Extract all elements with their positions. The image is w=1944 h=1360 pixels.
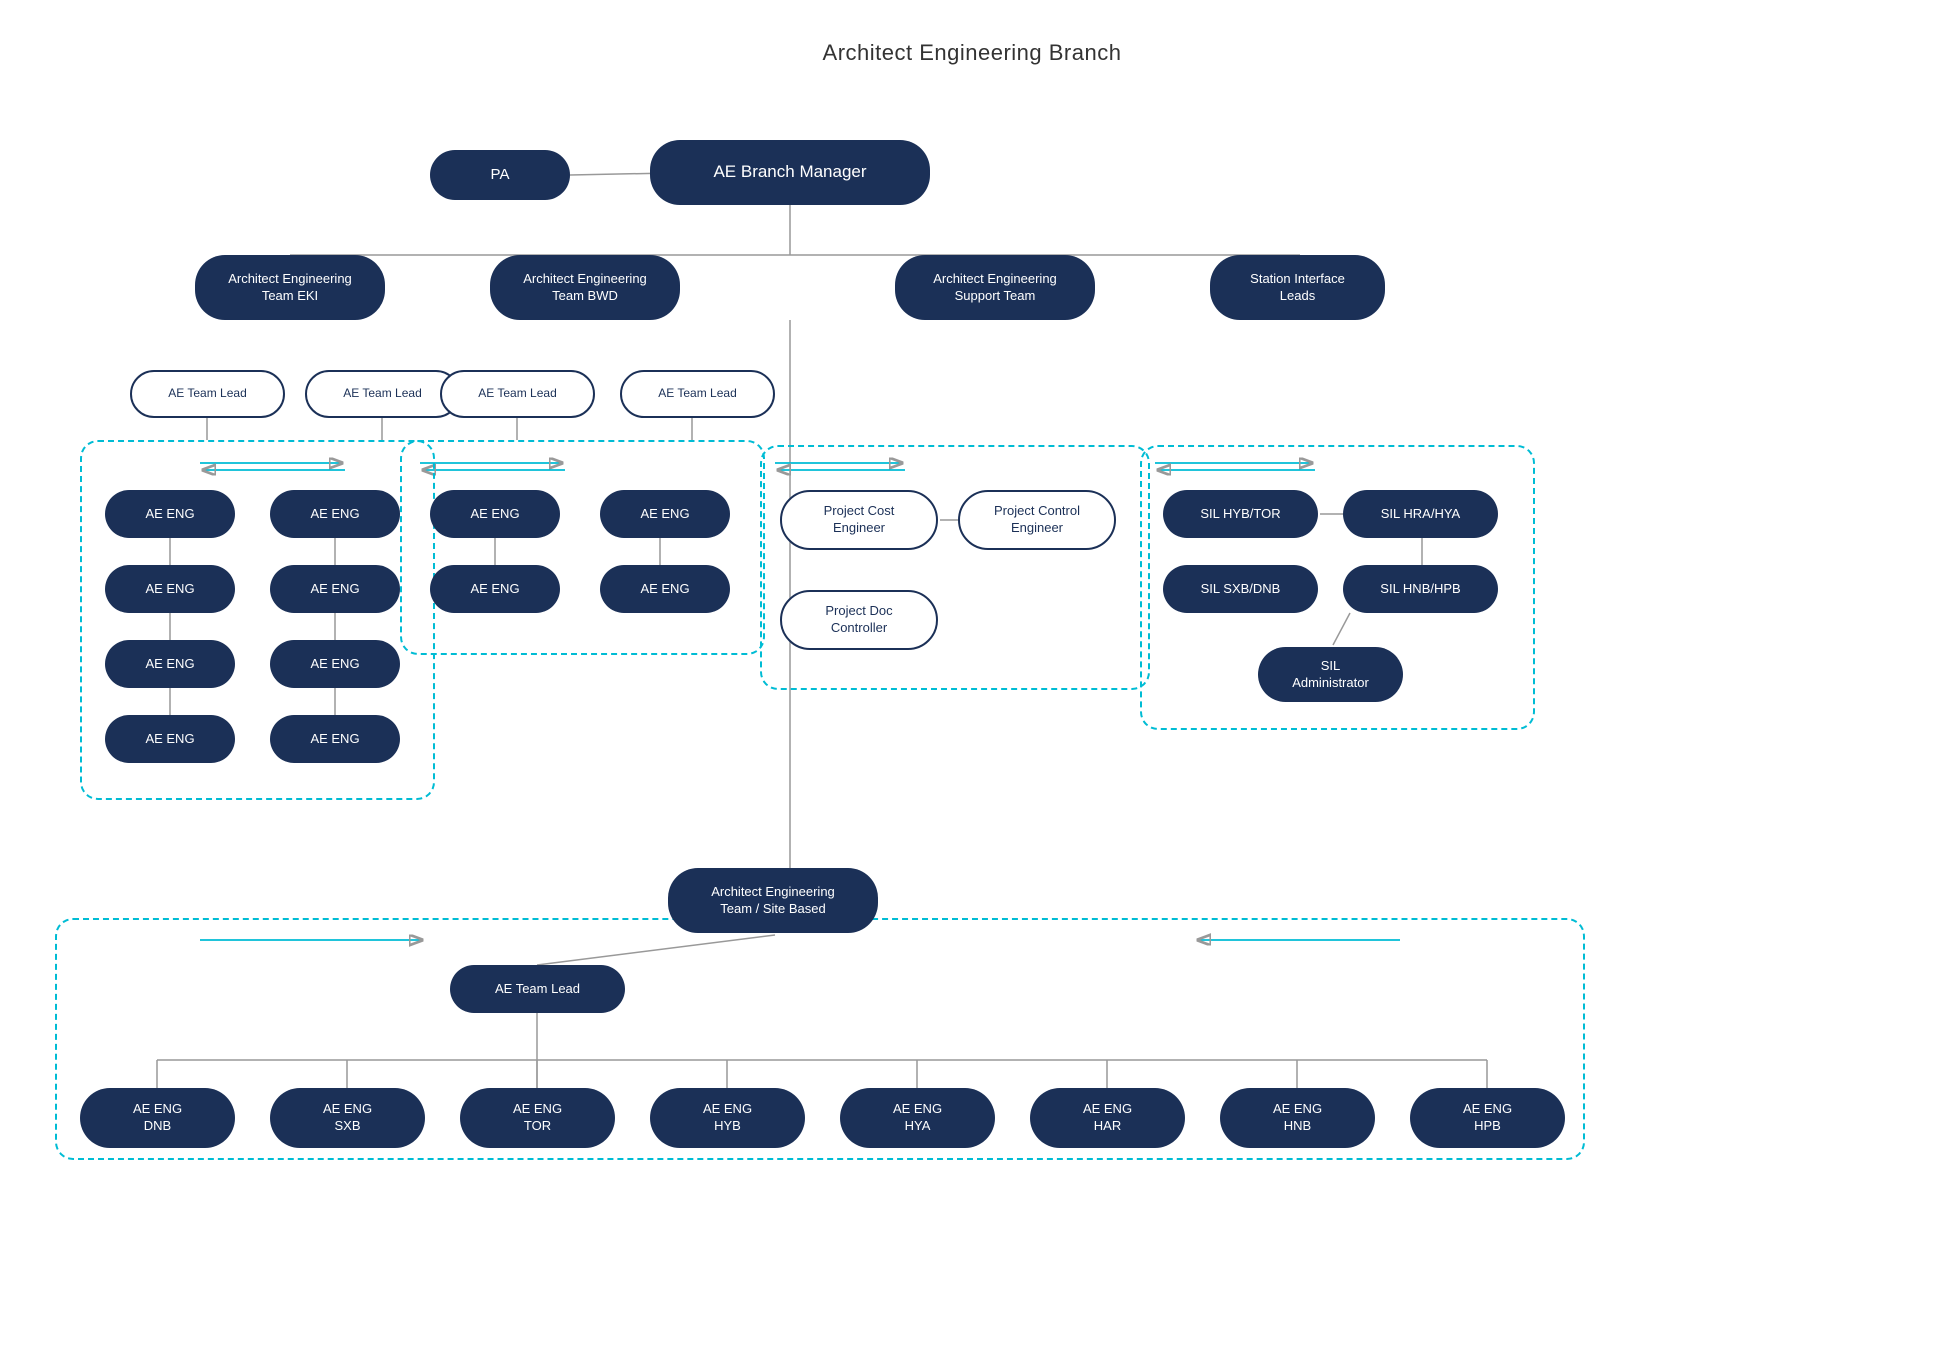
- node-eng-hya[interactable]: AE ENG HYA: [840, 1088, 995, 1148]
- node-eng-eki-r2c2[interactable]: AE ENG: [270, 565, 400, 613]
- node-eng-hpb[interactable]: AE ENG HPB: [1410, 1088, 1565, 1148]
- node-ae-tl-bwd-1[interactable]: AE Team Lead: [440, 370, 595, 418]
- node-eng-bwd-r1c2[interactable]: AE ENG: [600, 490, 730, 538]
- node-station-interface[interactable]: Station Interface Leads: [1210, 255, 1385, 320]
- node-eng-dnb[interactable]: AE ENG DNB: [80, 1088, 235, 1148]
- node-ae-team-eki[interactable]: Architect Engineering Team EKI: [195, 255, 385, 320]
- page: Architect Engineering Branch: [0, 0, 1944, 1360]
- dashed-box-bwd: [400, 440, 765, 655]
- node-sil-hnb[interactable]: SIL HNB/HPB: [1343, 565, 1498, 613]
- node-ae-team-bwd[interactable]: Architect Engineering Team BWD: [490, 255, 680, 320]
- node-ae-site-based[interactable]: Architect Engineering Team / Site Based: [668, 868, 878, 933]
- node-ae-support[interactable]: Architect Engineering Support Team: [895, 255, 1095, 320]
- node-eng-eki-r3c2[interactable]: AE ENG: [270, 640, 400, 688]
- node-ae-tl-site[interactable]: AE Team Lead: [450, 965, 625, 1013]
- node-eng-bwd-r2c2[interactable]: AE ENG: [600, 565, 730, 613]
- node-ae-tl-eki-2[interactable]: AE Team Lead: [305, 370, 460, 418]
- node-eng-hnb[interactable]: AE ENG HNB: [1220, 1088, 1375, 1148]
- dashed-box-support: [760, 445, 1150, 690]
- node-proj-doc[interactable]: Project Doc Controller: [780, 590, 938, 650]
- node-eng-eki-r4c2[interactable]: AE ENG: [270, 715, 400, 763]
- node-ae-tl-bwd-2[interactable]: AE Team Lead: [620, 370, 775, 418]
- node-eng-bwd-r2c1[interactable]: AE ENG: [430, 565, 560, 613]
- node-ae-tl-eki-1[interactable]: AE Team Lead: [130, 370, 285, 418]
- node-eng-sxb[interactable]: AE ENG SXB: [270, 1088, 425, 1148]
- node-sil-sxb[interactable]: SIL SXB/DNB: [1163, 565, 1318, 613]
- node-pa[interactable]: PA: [430, 150, 570, 200]
- node-eng-eki-r1c1[interactable]: AE ENG: [105, 490, 235, 538]
- node-eng-eki-r3c1[interactable]: AE ENG: [105, 640, 235, 688]
- node-eng-hyb[interactable]: AE ENG HYB: [650, 1088, 805, 1148]
- node-eng-eki-r4c1[interactable]: AE ENG: [105, 715, 235, 763]
- page-title: Architect Engineering Branch: [0, 0, 1944, 66]
- node-proj-control[interactable]: Project Control Engineer: [958, 490, 1116, 550]
- node-proj-cost[interactable]: Project Cost Engineer: [780, 490, 938, 550]
- node-sil-hra[interactable]: SIL HRA/HYA: [1343, 490, 1498, 538]
- node-sil-admin[interactable]: SIL Administrator: [1258, 647, 1403, 702]
- node-sil-hyb[interactable]: SIL HYB/TOR: [1163, 490, 1318, 538]
- node-eng-eki-r1c2[interactable]: AE ENG: [270, 490, 400, 538]
- node-eng-har[interactable]: AE ENG HAR: [1030, 1088, 1185, 1148]
- node-ae-branch-manager[interactable]: AE Branch Manager: [650, 140, 930, 205]
- node-eng-eki-r2c1[interactable]: AE ENG: [105, 565, 235, 613]
- node-eng-bwd-r1c1[interactable]: AE ENG: [430, 490, 560, 538]
- node-eng-tor[interactable]: AE ENG TOR: [460, 1088, 615, 1148]
